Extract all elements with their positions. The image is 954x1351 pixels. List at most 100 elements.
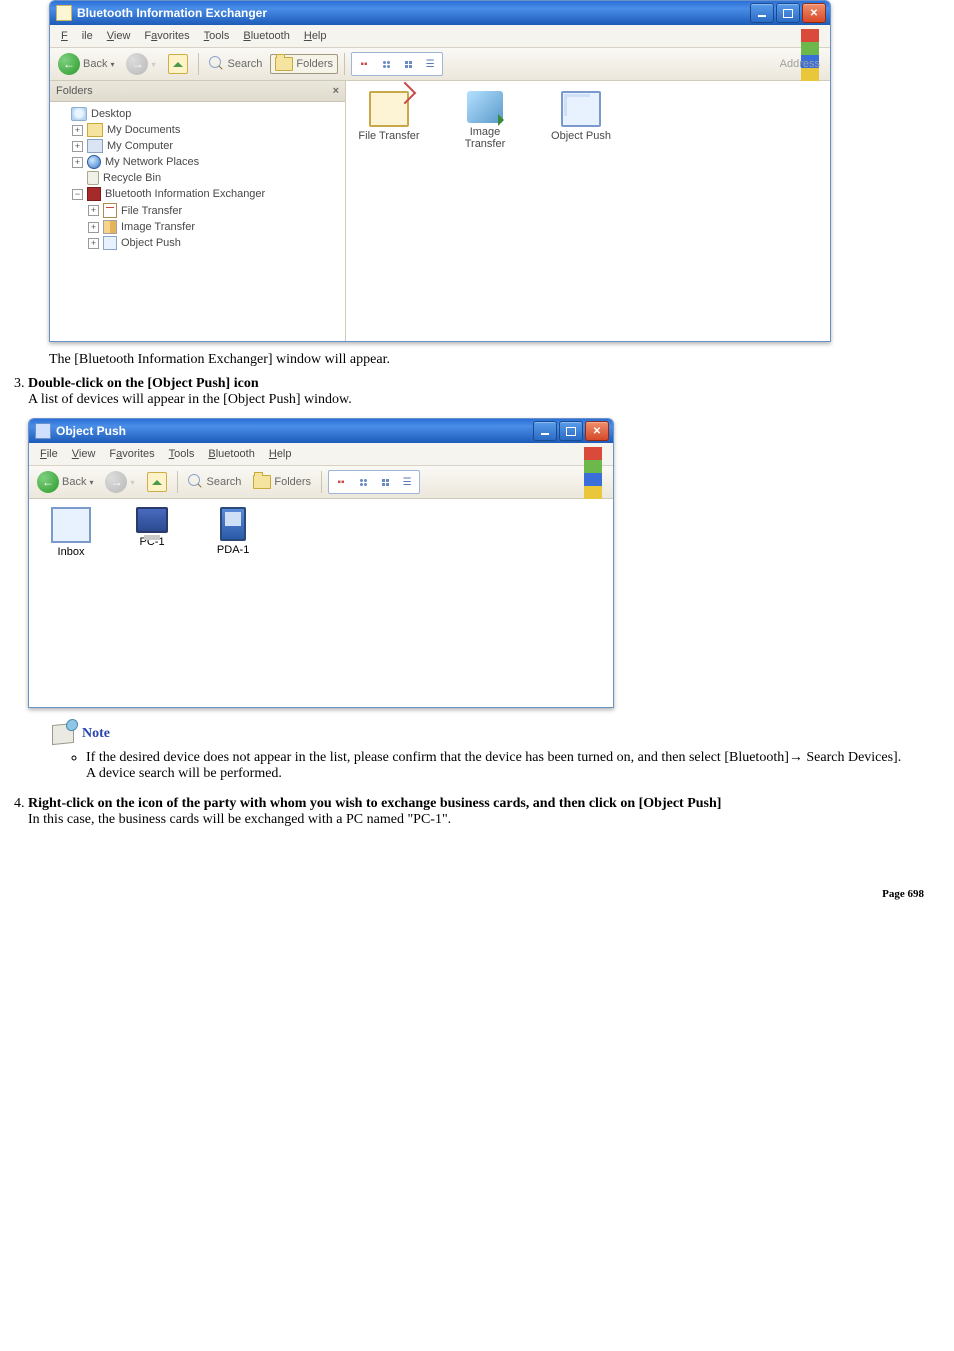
desktop-icon xyxy=(71,107,87,121)
window-title: Bluetooth Information Exchanger xyxy=(77,6,750,20)
minimize-button[interactable] xyxy=(750,3,774,23)
note-icon xyxy=(52,723,74,745)
page-footer: Page 698 xyxy=(10,888,944,912)
expand-icon[interactable]: + xyxy=(72,141,83,152)
image-transfer-icon xyxy=(467,91,503,123)
view-tiles-icon[interactable] xyxy=(376,55,396,73)
pane-close-button[interactable]: × xyxy=(333,85,339,97)
expand-icon[interactable]: + xyxy=(72,157,83,168)
tree-my-computer[interactable]: +My Computer xyxy=(56,138,345,154)
item-label: PDA-1 xyxy=(203,544,263,556)
folder-icon xyxy=(87,123,103,137)
menu-favorites[interactable]: Favorites xyxy=(137,27,196,45)
maximize-button[interactable] xyxy=(776,3,800,23)
menu-file[interactable]: File xyxy=(33,445,65,463)
item-file-transfer[interactable]: File Transfer xyxy=(354,91,424,150)
collapse-icon[interactable]: − xyxy=(72,189,83,200)
object-push-icon xyxy=(103,236,117,250)
titlebar[interactable]: Object Push xyxy=(29,419,613,443)
recycle-bin-icon xyxy=(87,171,99,185)
file-transfer-icon xyxy=(103,203,117,218)
item-inbox[interactable]: Inbox xyxy=(41,507,101,558)
view-tiles-icon[interactable] xyxy=(353,473,373,491)
file-transfer-icon xyxy=(369,91,409,127)
expand-icon[interactable]: + xyxy=(88,205,99,216)
expand-icon[interactable]: + xyxy=(88,238,99,249)
menu-tools[interactable]: Tools xyxy=(197,27,237,45)
note-text: If the desired device does not appear in… xyxy=(86,750,901,765)
item-label: Image Transfer xyxy=(450,126,520,150)
folders-button[interactable]: Folders xyxy=(249,473,315,491)
view-thumbnails-icon[interactable]: ▪▪ xyxy=(331,473,351,491)
step-heading: Double-click on the [Object Push] icon xyxy=(28,376,259,391)
item-pc-1[interactable]: PC-1 xyxy=(122,507,182,548)
view-list-icon[interactable]: ☰ xyxy=(397,473,417,491)
close-button[interactable] xyxy=(802,3,826,23)
menu-view[interactable]: View xyxy=(65,445,103,463)
note-label: Note xyxy=(82,726,110,742)
expand-icon[interactable]: + xyxy=(72,125,83,136)
step-4: Right-click on the icon of the party wit… xyxy=(28,796,944,828)
pda-icon xyxy=(220,507,246,541)
view-list-icon[interactable]: ☰ xyxy=(420,55,440,73)
step-heading: Right-click on the icon of the party wit… xyxy=(28,796,721,811)
object-push-icon xyxy=(35,423,51,439)
item-label: Inbox xyxy=(41,546,101,558)
forward-button[interactable]: →▾ xyxy=(122,51,159,77)
minimize-button[interactable] xyxy=(533,421,557,441)
view-thumbnails-icon[interactable]: ▪▪ xyxy=(354,55,374,73)
folder-tree-pane: Folders × Desktop +My Documents +My Comp… xyxy=(50,81,346,341)
windows-flag-icon xyxy=(794,26,826,46)
object-push-icon xyxy=(561,91,601,127)
address-label: Address xyxy=(780,58,826,70)
menubar: File View Favorites Tools Bluetooth Help xyxy=(29,443,613,466)
view-icons-icon[interactable] xyxy=(398,55,418,73)
forward-button[interactable]: →▾ xyxy=(101,469,138,495)
content-pane: File Transfer Image Transfer Object Push xyxy=(346,81,830,341)
menu-help[interactable]: Help xyxy=(297,27,334,45)
tree-network-places[interactable]: +My Network Places xyxy=(56,154,345,170)
search-button[interactable]: Search xyxy=(205,54,267,74)
tree-object-push[interactable]: +Object Push xyxy=(56,235,345,251)
tree-my-documents[interactable]: +My Documents xyxy=(56,122,345,138)
back-button[interactable]: ←Back▾ xyxy=(54,51,118,77)
item-pda-1[interactable]: PDA-1 xyxy=(203,507,263,556)
tree-bluetooth-exchanger[interactable]: −Bluetooth Information Exchanger xyxy=(56,186,345,202)
tree-desktop[interactable]: Desktop xyxy=(56,106,345,122)
object-push-window: Object Push File View Favorites Tools Bl… xyxy=(28,418,614,708)
view-icons-icon[interactable] xyxy=(375,473,395,491)
menu-bluetooth[interactable]: Bluetooth xyxy=(201,445,262,463)
folders-button[interactable]: Folders xyxy=(270,54,338,74)
menu-tools[interactable]: Tools xyxy=(162,445,202,463)
tree-image-transfer[interactable]: +Image Transfer xyxy=(56,219,345,235)
note-item: If the desired device does not appear in… xyxy=(86,750,944,782)
note-text: A device search will be performed. xyxy=(86,766,282,781)
maximize-button[interactable] xyxy=(559,421,583,441)
footer-label: Page xyxy=(882,888,905,900)
up-button[interactable] xyxy=(164,52,192,76)
item-object-push[interactable]: Object Push xyxy=(546,91,616,150)
step-body: In this case, the business cards will be… xyxy=(28,812,451,827)
tree-file-transfer[interactable]: +File Transfer xyxy=(56,202,345,219)
close-button[interactable] xyxy=(585,421,609,441)
window-title: Object Push xyxy=(56,424,533,438)
expand-icon[interactable]: + xyxy=(88,222,99,233)
image-transfer-icon xyxy=(103,220,117,234)
view-switcher[interactable]: ▪▪ ☰ xyxy=(328,470,420,494)
search-button[interactable]: Search xyxy=(184,472,246,492)
bluetooth-exchanger-window: Bluetooth Information Exchanger File Vie… xyxy=(49,0,831,342)
menu-bluetooth[interactable]: Bluetooth xyxy=(236,27,297,45)
menu-help[interactable]: Help xyxy=(262,445,299,463)
menu-file[interactable]: File xyxy=(54,27,100,45)
up-button[interactable] xyxy=(143,470,171,494)
titlebar[interactable]: Bluetooth Information Exchanger xyxy=(50,1,830,25)
menu-view[interactable]: View xyxy=(100,27,138,45)
view-switcher[interactable]: ▪▪ ☰ xyxy=(351,52,443,76)
menu-favorites[interactable]: Favorites xyxy=(102,445,161,463)
item-image-transfer[interactable]: Image Transfer xyxy=(450,91,520,150)
note-list: If the desired device does not appear in… xyxy=(86,750,944,782)
tree-recycle-bin[interactable]: Recycle Bin xyxy=(56,170,345,186)
network-icon xyxy=(87,155,101,169)
back-button[interactable]: ←Back▾ xyxy=(33,469,97,495)
folder-icon xyxy=(56,5,72,21)
